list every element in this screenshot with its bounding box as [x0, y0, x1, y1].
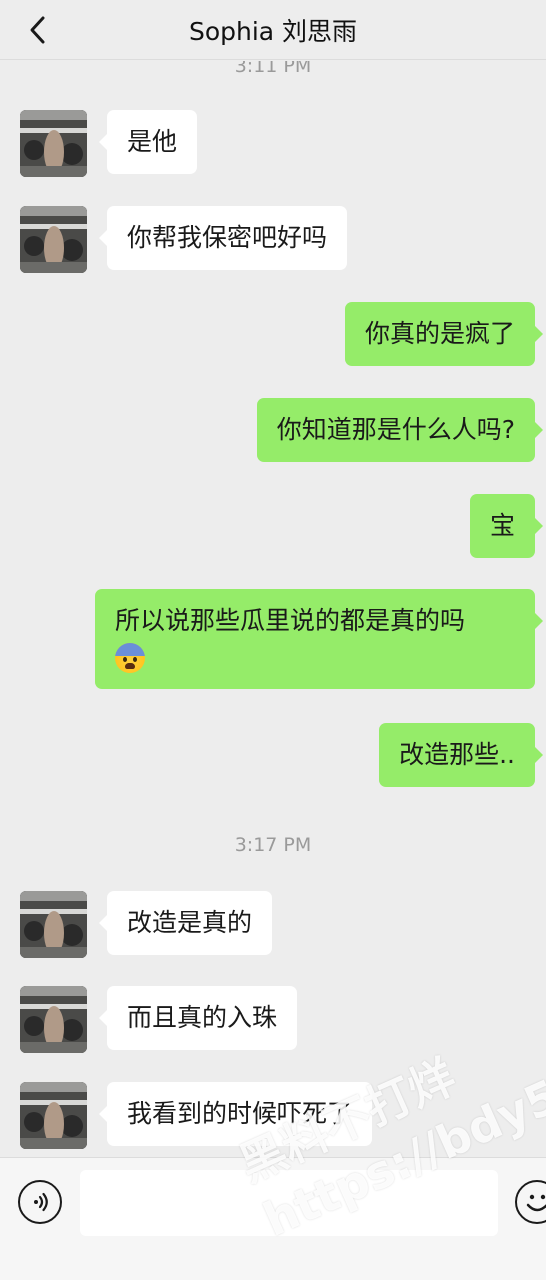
- outgoing-bubble[interactable]: 宝: [469, 494, 544, 558]
- voice-button[interactable]: [18, 1180, 62, 1224]
- emoji-icon: [526, 1194, 546, 1212]
- outgoing-bubble[interactable]: 你真的是疯了: [344, 302, 544, 366]
- timestamp: 3:17 PM: [234, 834, 312, 856]
- avatar[interactable]: [20, 110, 87, 177]
- chat-title: Sophia 刘思雨: [188, 17, 358, 46]
- incoming-bubble[interactable]: 改造是真的: [98, 891, 273, 955]
- avatar[interactable]: [20, 891, 87, 958]
- chat-header: Sophia 刘思雨: [0, 0, 546, 60]
- avatar[interactable]: [20, 1082, 87, 1149]
- timestamp: 3:11 PM: [234, 61, 312, 77]
- outgoing-bubble[interactable]: 你知道那是什么人吗?: [256, 398, 544, 462]
- outgoing-bubble[interactable]: 改造那些..: [379, 723, 543, 787]
- voice-icon: [34, 1192, 48, 1212]
- incoming-bubble[interactable]: 是他: [98, 110, 198, 174]
- fearful-face-emoji: [115, 643, 145, 673]
- message-list[interactable]: 3:11 PM 是他 你帮我保密吧好吗 你真的是疯了 你知道那是什么人吗? 宝 …: [0, 61, 546, 1156]
- outgoing-bubble[interactable]: 所以说那些瓜里说的都是真的吗: [95, 589, 543, 689]
- emoji-button[interactable]: [515, 1180, 546, 1224]
- avatar[interactable]: [20, 986, 87, 1053]
- incoming-bubble[interactable]: 而且真的入珠: [98, 986, 298, 1050]
- message-text: 所以说那些瓜里说的都是真的吗: [115, 606, 466, 635]
- avatar[interactable]: [20, 206, 87, 273]
- incoming-bubble[interactable]: 你帮我保密吧好吗: [98, 206, 348, 270]
